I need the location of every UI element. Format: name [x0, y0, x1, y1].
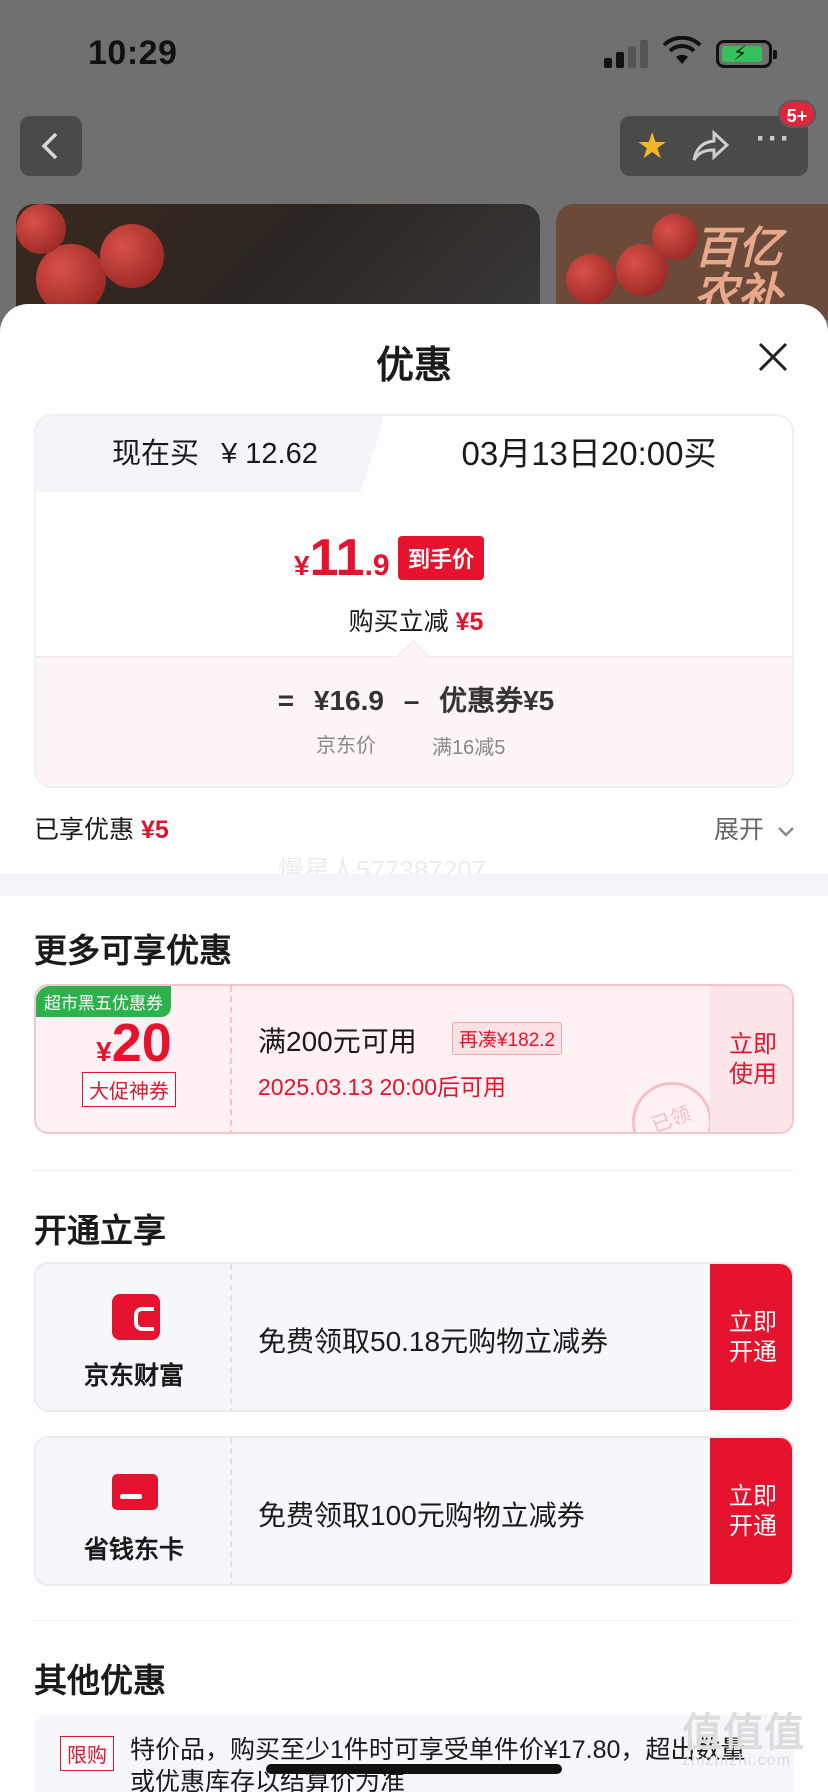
site-watermark: 值值值 zhizhizhi.com	[682, 1711, 805, 1769]
top-action-bar: ★ ···	[620, 116, 808, 176]
coupon-condition-label: 满16减5	[432, 737, 506, 759]
buy-time-tabs: 现在买 ¥ 12.62 03月13日20:00买	[36, 416, 792, 496]
back-button[interactable]	[20, 116, 82, 176]
open-enjoy-title: 开通立享	[34, 1212, 166, 1249]
final-price-section: ¥11.9 到手价 购买立减 ¥5	[36, 492, 792, 656]
share-icon[interactable]	[692, 130, 730, 162]
tab-buy-later[interactable]: 03月13日20:00买	[382, 416, 792, 492]
tab-buy-now-label: 现在买	[112, 438, 200, 470]
service-desc: 免费领取50.18元购物立减券	[258, 1326, 609, 1357]
service-card-saving-card: 省钱东卡 免费领取100元购物立减券 立即 开通	[34, 1436, 794, 1586]
favorite-star-icon[interactable]: ★	[636, 126, 668, 166]
discount-sheet: 优惠 现在买 ¥ 12.62 03月13日20:00买 ¥11.9 到手价 购买…	[0, 304, 828, 1792]
wifi-icon	[662, 36, 702, 64]
cellular-signal-icon	[604, 40, 648, 68]
background-product-page: 10:29 ⚡ ★ ··· 5+ 百亿 农补	[0, 0, 828, 320]
coupon-deduction: 优惠券¥5	[439, 685, 555, 716]
card-icon	[112, 1474, 158, 1510]
service-name: 省钱东卡	[83, 1536, 184, 1564]
tab-buy-now-price: ¥ 12.62	[221, 438, 318, 470]
service-desc: 免费领取100元购物立减券	[258, 1500, 585, 1531]
jd-price-label: 京东价	[316, 735, 376, 757]
limited-purchase-offer: 限购 特价品，购买至少1件时可享受单件价¥17.80，超出数量或优惠库存以结算价…	[34, 1714, 794, 1792]
open-service-button[interactable]: 立即 开通	[710, 1438, 792, 1584]
final-price: ¥11.9	[294, 529, 390, 587]
coupon-amount: ¥20	[96, 1013, 172, 1073]
coupon-promo-label: 大促神券	[82, 1072, 176, 1107]
chevron-down-icon	[778, 827, 794, 837]
expand-button[interactable]: 展开	[714, 810, 795, 846]
service-card-jd-wealth: 京东财富 免费领取50.18元购物立减券 立即 开通	[34, 1262, 794, 1412]
open-service-button[interactable]: 立即 开通	[710, 1264, 792, 1410]
price-card: 现在买 ¥ 12.62 03月13日20:00买 ¥11.9 到手价 购买立减 …	[34, 414, 794, 788]
limit-tag: 限购	[60, 1736, 114, 1771]
enjoyed-discount: 已享优惠 ¥5	[34, 816, 169, 844]
final-price-tag: 到手价	[398, 536, 485, 580]
price-formula: = ¥16.9 – 优惠券¥5	[277, 685, 555, 716]
claimed-stamp: 已领	[620, 1070, 724, 1132]
other-offers-title: 其他优惠	[34, 1662, 166, 1699]
coupon-condition: 满200元可用	[258, 1026, 417, 1057]
tab-buy-now[interactable]: 现在买 ¥ 12.62	[36, 416, 396, 492]
use-coupon-button[interactable]: 立即 使用	[710, 986, 792, 1132]
instant-reduction: 购买立减 ¥5	[348, 608, 484, 636]
jd-price: ¥16.9	[313, 685, 384, 716]
message-count-badge: 5+	[778, 100, 816, 128]
coupon-valid-date: 2025.03.13 20:00后可用	[258, 1074, 507, 1100]
coupon-need-more: 再凑¥182.2	[452, 1022, 563, 1055]
coupon-card: 超市黑五优惠券 ¥20 大促神券 满200元可用 再凑¥182.2 2025.0…	[34, 984, 794, 1134]
service-name: 京东财富	[83, 1362, 184, 1390]
more-offers-title: 更多可享优惠	[34, 932, 232, 969]
home-indicator[interactable]	[266, 1764, 562, 1774]
status-time: 10:29	[88, 34, 178, 72]
chevron-left-icon	[41, 132, 58, 160]
offer-text: 特价品，购买至少1件时可享受单件价¥17.80，超出数量或优惠库存以结算价为准	[130, 1736, 746, 1792]
wallet-icon	[112, 1294, 160, 1340]
sheet-title: 优惠	[375, 345, 452, 387]
product-image-2: 百亿 农补	[556, 204, 828, 320]
close-icon[interactable]	[756, 340, 790, 374]
product-image	[16, 204, 540, 320]
price-breakdown: = ¥16.9 – 优惠券¥5 京东价 满16减5	[36, 640, 792, 786]
battery-icon: ⚡	[716, 40, 777, 68]
